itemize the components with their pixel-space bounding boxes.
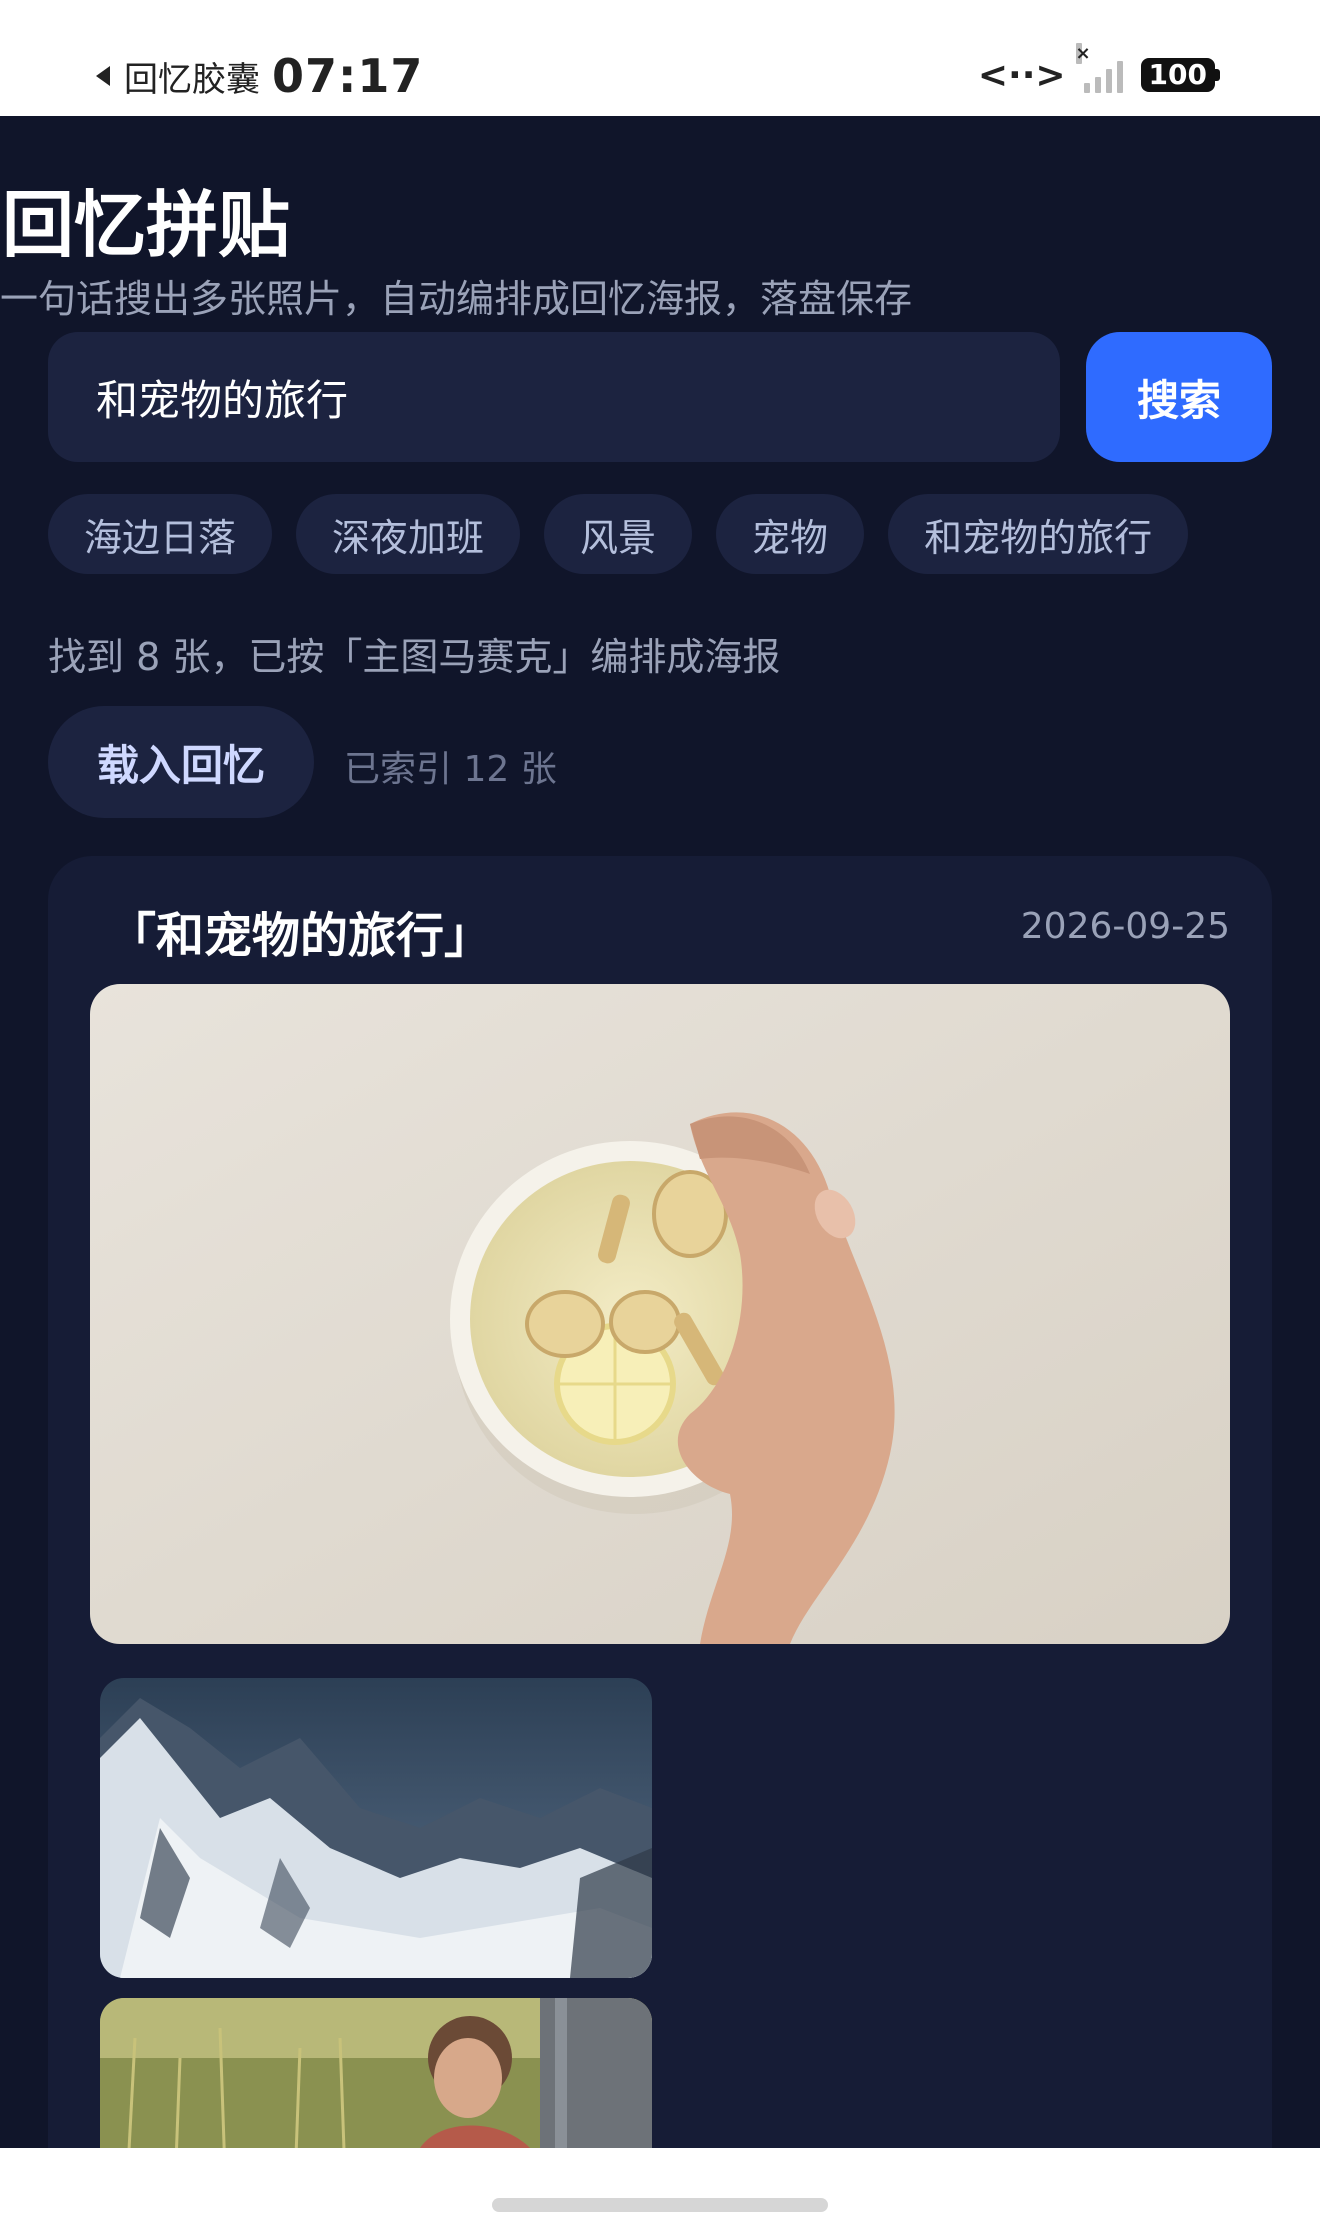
status-time: 07:17 xyxy=(272,49,424,103)
load-memories-button[interactable]: 载入回忆 xyxy=(48,706,314,818)
status-app-name[interactable]: 回忆胶囊 xyxy=(124,52,260,101)
indexed-count: 已索引 12 张 xyxy=(344,749,557,790)
status-right: <··> × 100 xyxy=(977,43,1220,100)
chip-travel-with-pet[interactable]: 和宠物的旅行 xyxy=(888,494,1189,574)
search-input[interactable] xyxy=(48,332,1060,462)
back-arrow-icon[interactable] xyxy=(96,66,110,86)
chip-late-night-work[interactable]: 深夜加班 xyxy=(296,494,521,574)
data-transfer-icon: <··> xyxy=(977,54,1066,96)
status-left: 回忆胶囊 07:17 xyxy=(96,48,423,104)
chip-scenery[interactable]: 风景 xyxy=(544,494,693,574)
poster-photo-pet-travel[interactable] xyxy=(100,1998,652,2148)
signal-icon: × xyxy=(1075,43,1123,93)
battery-level: 100 xyxy=(1140,58,1215,92)
app-screen: 回忆拼贴 一句话搜出多张照片，自动编排成回忆海报，落盘保存 搜索 海边日落 深夜… xyxy=(0,116,1320,2148)
poster-title: 「和宠物的旅行」 xyxy=(108,908,493,964)
chip-sunset-beach[interactable]: 海边日落 xyxy=(48,494,273,574)
page-title: 回忆拼贴 xyxy=(2,183,291,267)
battery-icon: 100 xyxy=(1140,58,1220,92)
page-subtitle: 一句话搜出多张照片，自动编排成回忆海报，落盘保存 xyxy=(0,277,913,321)
poster-date: 2026-09-25 xyxy=(1020,906,1230,947)
poster-photo-mountains[interactable] xyxy=(100,1678,652,1978)
chip-pets[interactable]: 宠物 xyxy=(716,494,865,574)
result-info: 找到 8 张，已按「主图马赛克」编排成海报 xyxy=(48,635,781,679)
home-indicator[interactable] xyxy=(492,2198,828,2212)
poster-card: 「和宠物的旅行」 2026-09-25 xyxy=(48,856,1272,2148)
system-nav-bar xyxy=(0,2148,1320,2232)
suggestion-chips: 海边日落 深夜加班 风景 宠物 和宠物的旅行 xyxy=(48,494,1189,574)
poster-photo-main[interactable] xyxy=(90,984,1230,1644)
search-button[interactable]: 搜索 xyxy=(1086,332,1272,462)
status-bar: 回忆胶囊 07:17 <··> × 100 xyxy=(0,0,1320,116)
